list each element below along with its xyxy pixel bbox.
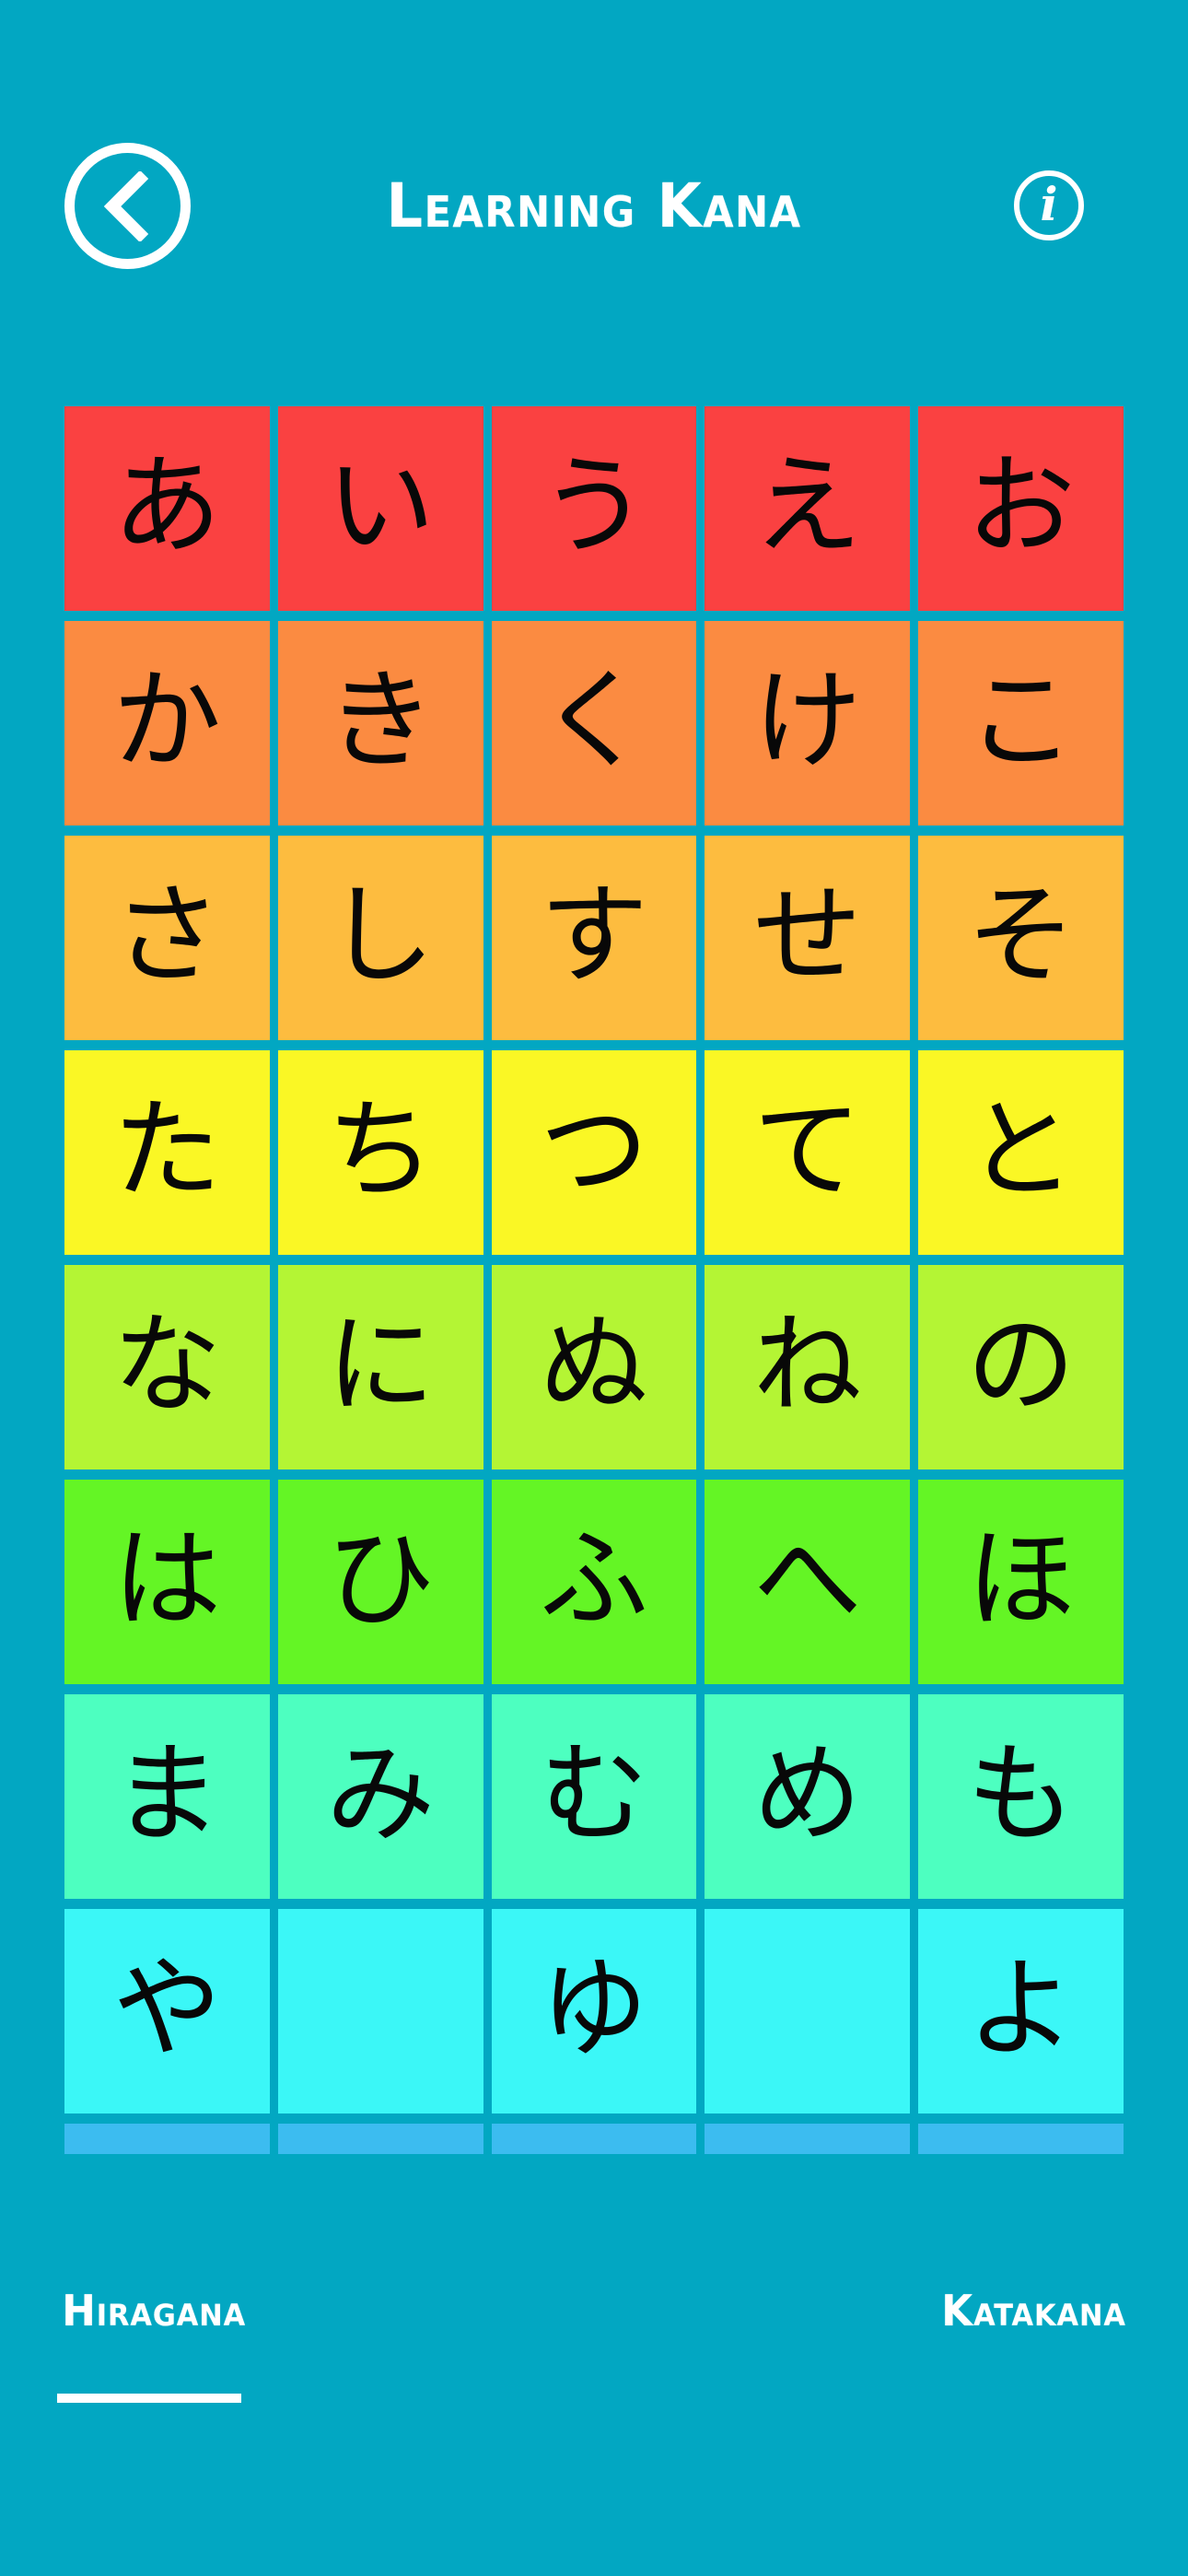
kana-cell[interactable]: せ (705, 836, 911, 1040)
kana-grid-scroll-area[interactable]: あいうえおかきくけこさしすせそたちつてとなにぬねのはひふへほまみむめもや ゆ よ (64, 406, 1124, 2154)
kana-cell[interactable]: や (64, 1909, 270, 2113)
app-header: Learning Kana i (0, 0, 1188, 387)
active-tab-indicator (57, 2394, 241, 2403)
tab-hiragana[interactable]: Hiragana (57, 2285, 250, 2336)
kana-cell[interactable]: き (277, 621, 483, 825)
kana-cell[interactable]: ゆ (491, 1909, 697, 2113)
kana-cell[interactable]: し (277, 836, 483, 1040)
kana-grid: あいうえおかきくけこさしすせそたちつてとなにぬねのはひふへほまみむめもや ゆ よ (64, 406, 1124, 2154)
kana-cell[interactable]: み (277, 1694, 483, 1899)
kana-cell[interactable]: く (491, 621, 697, 825)
kana-cell-blank (491, 2124, 697, 2154)
kana-cell[interactable]: は (64, 1480, 270, 1684)
kana-cell-blank (705, 1909, 911, 2113)
tab-hiragana-label: Hiragana (62, 2286, 247, 2336)
kana-cell-blank (64, 2124, 270, 2154)
kana-cell[interactable]: ね (705, 1265, 911, 1469)
kana-cell-blank (918, 2124, 1124, 2154)
kana-cell[interactable]: ち (277, 1050, 483, 1255)
kana-cell[interactable]: も (918, 1694, 1124, 1899)
kana-cell[interactable]: よ (918, 1909, 1124, 2113)
kana-cell[interactable]: て (705, 1050, 911, 1255)
tab-katakana[interactable]: Katakana (937, 2285, 1131, 2336)
kana-cell[interactable]: そ (918, 836, 1124, 1040)
kana-cell[interactable]: え (705, 406, 911, 611)
kana-cell[interactable]: お (918, 406, 1124, 611)
info-button[interactable]: i (1014, 170, 1084, 240)
kana-cell[interactable]: へ (705, 1480, 911, 1684)
kana-cell[interactable]: さ (64, 836, 270, 1040)
kana-cell[interactable]: つ (491, 1050, 697, 1255)
kana-cell[interactable]: す (491, 836, 697, 1040)
tab-katakana-label: Katakana (941, 2286, 1126, 2336)
kana-cell[interactable]: あ (64, 406, 270, 611)
kana-cell[interactable]: か (64, 621, 270, 825)
kana-cell[interactable]: に (277, 1265, 483, 1469)
kana-cell[interactable]: こ (918, 621, 1124, 825)
kana-cell-blank (277, 1909, 483, 2113)
kana-cell[interactable]: け (705, 621, 911, 825)
kana-cell-blank (705, 2124, 911, 2154)
page-title: Learning Kana (386, 170, 802, 241)
kana-cell[interactable]: う (491, 406, 697, 611)
kana-cell[interactable]: な (64, 1265, 270, 1469)
kana-cell[interactable]: ふ (491, 1480, 697, 1684)
kana-cell[interactable]: ほ (918, 1480, 1124, 1684)
kana-cell-blank (277, 2124, 483, 2154)
kana-cell[interactable]: ひ (277, 1480, 483, 1684)
kana-cell[interactable]: と (918, 1050, 1124, 1255)
kana-cell[interactable]: む (491, 1694, 697, 1899)
kana-cell[interactable]: の (918, 1265, 1124, 1469)
info-icon: i (1040, 176, 1058, 231)
kana-cell[interactable]: い (277, 406, 483, 611)
tab-bar: Hiragana Katakana (0, 2285, 1188, 2469)
kana-cell[interactable]: ま (64, 1694, 270, 1899)
kana-cell[interactable]: め (705, 1694, 911, 1899)
kana-cell[interactable]: た (64, 1050, 270, 1255)
kana-cell[interactable]: ぬ (491, 1265, 697, 1469)
